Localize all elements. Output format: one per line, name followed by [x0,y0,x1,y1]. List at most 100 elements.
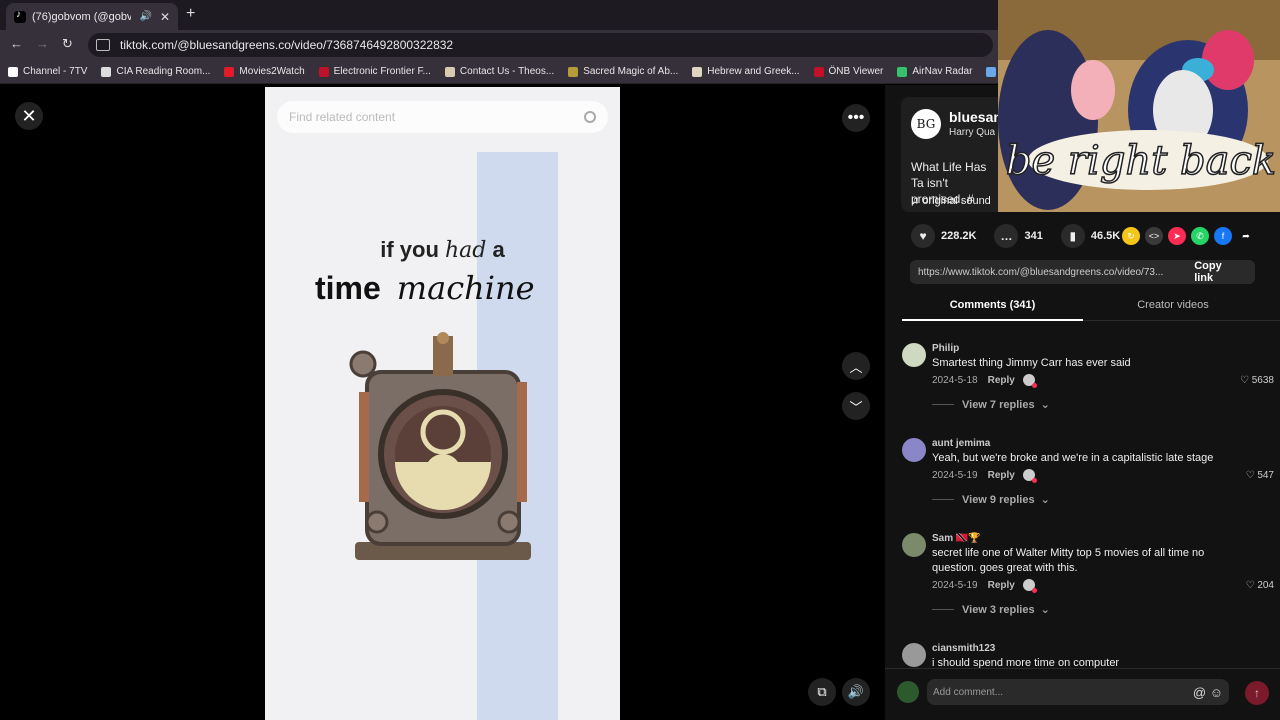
find-related-search[interactable]: Find related content [277,101,608,133]
new-tab-button[interactable]: + [186,5,195,23]
bookmark-label: Hebrew and Greek... [707,66,800,77]
picture-in-picture-window[interactable]: be right back [998,0,1280,212]
repost-icon[interactable]: ↻ [1122,227,1140,245]
steampunk-clock-image [349,332,531,560]
video-player[interactable]: Find related content if you had a time m… [265,87,620,720]
save-count: 46.5K [1090,230,1121,242]
comment-like[interactable]: ♡ 547 [1246,470,1274,481]
volume-button[interactable]: 🔊 [842,678,870,706]
author-subtitle: Harry Qua [949,127,996,138]
bookmark-item[interactable]: Sacred Magic of Ab... [568,66,678,77]
caption-text: if you [380,237,439,262]
bookmark-item[interactable]: Contact Us - Theos... [444,66,555,77]
bookmark-label: CIA Reading Room... [116,66,211,77]
author-avatar[interactable]: BG [911,109,941,139]
commenter-name[interactable]: ciansmith123 [932,643,995,654]
facebook-icon[interactable]: f [1214,227,1232,245]
comment-meta: 2024-5-19 Reply [932,579,1037,593]
comment-stat[interactable]: … 341 [994,224,1043,248]
view-replies-button[interactable]: View 3 replies ⌄ [932,603,1050,617]
tab-comments[interactable]: Comments (341) [902,299,1083,321]
view-replies-button[interactable]: View 7 replies ⌄ [932,398,1050,412]
share-arrow-icon[interactable]: ➦ [1237,227,1255,245]
heart-outline-icon[interactable]: ♡ [1246,470,1258,481]
send-to-friends-icon[interactable]: ➤ [1168,227,1186,245]
heart-outline-icon[interactable]: ♡ [1246,580,1258,591]
share-link-url[interactable]: https://www.tiktok.com/@bluesandgreens.c… [918,267,1182,278]
bookmark-favicon-icon [8,66,18,77]
mention-emoji-icons[interactable]: @ ☺ [1193,685,1223,700]
share-link-box: https://www.tiktok.com/@bluesandgreens.c… [910,260,1255,284]
bookmark-item[interactable]: Movies2Watch [224,66,305,77]
embed-icon[interactable]: <> [1145,227,1163,245]
address-bar[interactable]: tiktok.com/@bluesandgreens.co/video/7368… [88,33,993,57]
more-options-button[interactable]: ••• [842,104,870,132]
comment-like[interactable]: ♡ 5638 [1240,375,1274,386]
bookmark-favicon-icon [444,66,455,77]
comment-date: 2024-5-19 [932,579,978,591]
speaker-icon[interactable]: 🔊 [139,11,151,22]
next-video-button[interactable]: ﹀ [842,392,870,420]
bookmark-item[interactable]: Channel - 7TV [8,66,87,77]
post-comment-button[interactable]: ↑ [1245,681,1269,705]
commenter-avatar[interactable] [902,343,926,367]
bookmark-item[interactable]: Electronic Frontier F... [318,66,431,77]
close-button[interactable]: ✕ [15,102,43,130]
commenter-name[interactable]: Sam 🇹🇹🏆 [932,533,981,544]
bookmark-item[interactable]: Hebrew and Greek... [692,66,800,77]
commenter-avatar[interactable] [902,533,926,557]
caption-highlight-text: time [313,270,405,312]
commenter-avatar[interactable] [902,643,926,667]
share-buttons: ↻ <> ➤ ✆ f ➦ [1122,227,1260,245]
bookmark-label: AirNav Radar [912,66,973,77]
back-arrow-icon[interactable]: ← [10,36,23,51]
video-caption-line1: if you had a [265,237,620,263]
tab-close-icon[interactable]: ✕ [160,10,170,24]
comment-bubble-icon[interactable]: … [994,224,1019,248]
whatsapp-icon[interactable]: ✆ [1191,227,1209,245]
bookmark-label: Electronic Frontier F... [333,66,431,77]
copy-link-button[interactable]: Copy link [1182,260,1255,284]
reply-button[interactable]: Reply [988,580,1015,591]
bookmark-icon[interactable]: ▮ [1060,224,1085,248]
heart-icon[interactable]: ♥ [911,224,935,248]
site-info-icon[interactable] [96,39,110,51]
view-replies-label: View 7 replies [962,398,1035,411]
view-replies-button[interactable]: View 9 replies ⌄ [932,493,1050,507]
commenter-avatar[interactable] [902,438,926,462]
commenter-name[interactable]: aunt jemima [932,438,990,449]
reply-button[interactable]: Reply [988,470,1015,481]
view-replies-label: View 3 replies [962,603,1035,616]
comment-like[interactable]: ♡ 204 [1246,580,1274,591]
bookmark-label: Contact Us - Theos... [459,66,555,77]
floating-player-button[interactable]: ⧉ [808,678,836,706]
reply-button[interactable]: Reply [988,375,1015,386]
bookmark-favicon-icon [986,66,997,77]
like-stat[interactable]: ♥ 228.2K [911,224,976,248]
comment-like-count: 204 [1257,580,1274,591]
caption-text-italic: machine [396,269,535,307]
comment-like-count: 5638 [1251,375,1274,386]
bookmark-item[interactable]: AirNav Radar [897,66,972,77]
bookmark-label: Movies2Watch [239,66,305,77]
bookmark-item[interactable]: ÖNB Viewer [813,66,883,77]
bookmark-favicon-icon [318,66,329,77]
add-comment-input[interactable]: Add comment... @ ☺ [927,679,1229,705]
bookmark-item[interactable]: CIA Reading Room... [101,66,210,77]
reload-icon[interactable]: ↻ [62,36,73,52]
commenter-name[interactable]: Philip [932,343,959,354]
tab-creator-videos[interactable]: Creator videos [1083,299,1263,311]
search-icon[interactable] [584,111,596,123]
comment-count: 341 [1024,230,1043,242]
browser-tab[interactable]: (76)gobvom (@gobvom) | TikTok 🔊 ✕ [6,3,178,30]
bookmark-favicon-icon [101,66,112,77]
save-stat[interactable]: ▮ 46.5K [1060,224,1121,248]
forward-arrow-icon[interactable]: → [36,36,49,51]
author-name[interactable]: bluesan [949,109,1002,125]
pip-caption: be right back [1005,137,1277,185]
sound-link[interactable]: ♫ original sound [911,195,991,207]
bookmark-favicon-icon [224,66,235,77]
comment-date: 2024-5-18 [932,374,978,386]
heart-outline-icon[interactable]: ♡ [1240,375,1252,386]
previous-video-button[interactable]: ︿ [842,352,870,380]
